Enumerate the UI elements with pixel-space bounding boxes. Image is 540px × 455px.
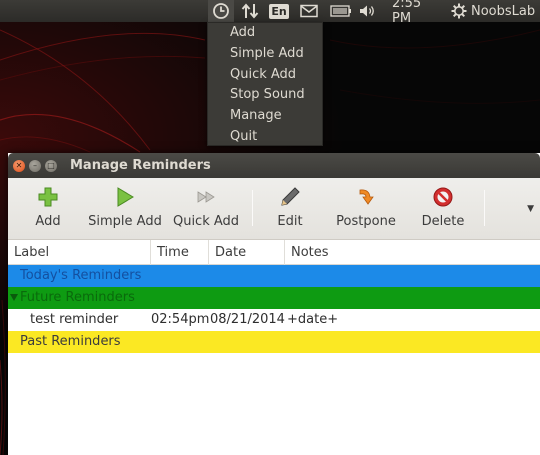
close-icon: ✕ [15, 160, 23, 170]
reminder-indicator-menu: Add Simple Add Quick Add Stop Sound Mana… [207, 22, 323, 146]
toolbar-overflow-button[interactable]: ▼ [527, 204, 534, 214]
redo-arrow-icon [355, 184, 377, 210]
maximize-icon: □ [47, 160, 55, 170]
fast-forward-icon [195, 184, 217, 210]
sound-indicator[interactable] [356, 0, 380, 22]
column-header-time[interactable]: Time [150, 240, 210, 265]
network-arrows-icon [241, 3, 259, 19]
play-icon [114, 184, 136, 210]
quick-add-button[interactable]: Quick Add [172, 184, 240, 236]
table-header: Label Time Date Notes [8, 240, 540, 265]
table-row[interactable]: test reminder 02:54pm 08/21/2014 +date+ [8, 309, 540, 331]
reminders-table: Label Time Date Notes Today's Reminders … [8, 240, 540, 353]
power-indicator[interactable] [327, 0, 355, 22]
clock-icon [213, 3, 229, 19]
reminder-label: test reminder [30, 312, 119, 327]
minimize-button[interactable]: – [29, 159, 41, 172]
chevron-down-icon: ▼ [527, 204, 534, 214]
menu-item-manage[interactable]: Manage [208, 106, 322, 127]
group-label: Today's Reminders [20, 268, 142, 283]
toolbar-separator [252, 190, 253, 226]
column-header-label[interactable]: Label [8, 240, 150, 265]
manage-reminders-window: ✕ – □ Manage Reminders Add Simple Add Qu… [8, 153, 540, 455]
reminder-time: 02:54pm [151, 312, 210, 327]
group-label: Future Reminders [20, 290, 135, 305]
add-button[interactable]: Add [28, 184, 68, 236]
maximize-button[interactable]: □ [45, 159, 57, 172]
group-row-today[interactable]: Today's Reminders [8, 265, 540, 287]
reminder-notes: +date+ [287, 312, 339, 327]
session-indicator[interactable]: NoobsLab [451, 0, 536, 22]
minimize-icon: – [33, 160, 37, 170]
menu-item-simple-add[interactable]: Simple Add [208, 44, 322, 65]
network-indicator[interactable] [238, 0, 262, 22]
menu-item-add[interactable]: Add [208, 23, 322, 44]
battery-icon [330, 5, 351, 17]
column-header-notes[interactable]: Notes [284, 240, 540, 265]
window-titlebar[interactable]: ✕ – □ Manage Reminders [8, 153, 540, 178]
keyboard-layout-label: En [269, 3, 289, 19]
mail-icon [300, 4, 318, 18]
pencil-icon [279, 184, 301, 210]
close-button[interactable]: ✕ [13, 159, 25, 172]
messaging-indicator[interactable] [296, 0, 322, 22]
reminder-date: 08/21/2014 [210, 312, 285, 327]
menu-item-quick-add[interactable]: Quick Add [208, 65, 322, 86]
group-row-future[interactable]: Future Reminders [8, 287, 540, 309]
window-title: Manage Reminders [70, 158, 211, 173]
plus-icon [37, 184, 59, 210]
toolbar: Add Simple Add Quick Add Edit Postpone D… [8, 178, 540, 240]
volume-icon [360, 5, 374, 17]
simple-add-button[interactable]: Simple Add [88, 184, 162, 236]
toolbar-separator [484, 190, 485, 226]
keyboard-layout-indicator[interactable]: En [268, 0, 290, 22]
group-label: Past Reminders [20, 334, 121, 349]
user-name: NoobsLab [471, 3, 536, 19]
expander-arrow-icon[interactable] [10, 294, 18, 301]
menu-item-stop-sound[interactable]: Stop Sound [208, 85, 322, 106]
postpone-button[interactable]: Postpone [334, 184, 398, 236]
delete-button[interactable]: Delete [418, 184, 468, 236]
menu-item-quit[interactable]: Quit [208, 127, 322, 148]
gear-icon [451, 3, 467, 19]
reminder-indicator[interactable] [208, 0, 234, 22]
top-panel: En 2:55 PM NoobsLab [0, 0, 540, 26]
group-row-past[interactable]: Past Reminders [8, 331, 540, 353]
panel-clock[interactable]: 2:55 PM [392, 0, 444, 26]
edit-button[interactable]: Edit [270, 184, 310, 236]
column-header-date[interactable]: Date [208, 240, 284, 265]
no-entry-icon [432, 184, 454, 210]
